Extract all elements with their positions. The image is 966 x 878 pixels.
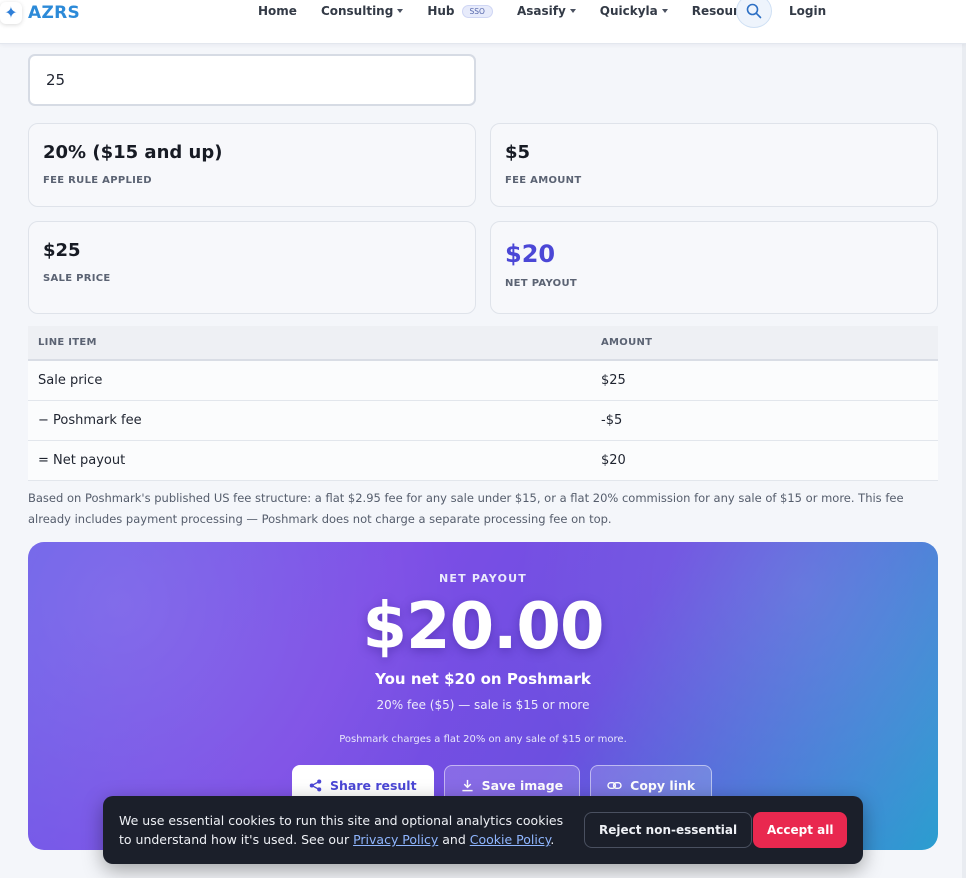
table-row: Sale price $25 bbox=[28, 361, 938, 401]
cookie-banner: We use essential cookies to run this sit… bbox=[103, 796, 863, 864]
caret-down-icon bbox=[569, 9, 576, 13]
caret-down-icon bbox=[661, 9, 668, 13]
caret-down-icon bbox=[397, 9, 404, 13]
row-amount: $20 bbox=[601, 453, 626, 468]
net-payout-value: $20 bbox=[505, 240, 556, 268]
fee-rule-value: 20% ($15 and up) bbox=[43, 142, 223, 163]
row-line-item: Sale price bbox=[38, 373, 103, 388]
table-row: − Poshmark fee -$5 bbox=[28, 401, 938, 441]
header-line-item: LINE ITEM bbox=[38, 337, 97, 348]
cookie-policy-link[interactable]: Cookie Policy bbox=[470, 832, 551, 847]
result-footnote: Poshmark charges a flat 20% on any sale … bbox=[339, 734, 627, 745]
row-line-item: = Net payout bbox=[38, 453, 126, 468]
fee-rule-label: FEE RULE APPLIED bbox=[43, 175, 152, 186]
nav-home[interactable]: Home bbox=[258, 4, 297, 18]
fee-amount-card: $5 FEE AMOUNT bbox=[490, 123, 938, 207]
result-summary: You net $20 on Poshmark bbox=[375, 670, 591, 688]
accept-cookies-button[interactable]: Accept all bbox=[753, 812, 848, 848]
row-amount: -$5 bbox=[601, 413, 623, 428]
sale-price-field[interactable] bbox=[28, 54, 476, 106]
login-link[interactable]: Login bbox=[789, 4, 826, 18]
breakdown-table: LINE ITEM AMOUNT Sale price $25 − Poshma… bbox=[28, 326, 938, 481]
page-scrollbar-track[interactable] bbox=[962, 44, 966, 878]
search-button[interactable] bbox=[736, 0, 772, 28]
nav-hub[interactable]: Hub SSO bbox=[427, 4, 493, 18]
fee-amount-label: FEE AMOUNT bbox=[505, 175, 582, 186]
share-icon bbox=[309, 779, 322, 791]
result-detail: 20% fee ($5) — sale is $15 or more bbox=[376, 698, 590, 712]
row-amount: $25 bbox=[601, 373, 626, 388]
row-line-item: − Poshmark fee bbox=[38, 413, 142, 428]
sale-price-label: SALE PRICE bbox=[43, 273, 111, 284]
privacy-policy-link[interactable]: Privacy Policy bbox=[353, 832, 438, 847]
sale-price-value: $25 bbox=[43, 240, 81, 261]
link-icon bbox=[607, 781, 622, 789]
cookie-message: We use essential cookies to run this sit… bbox=[119, 813, 564, 847]
net-payout-label: NET PAYOUT bbox=[505, 278, 578, 289]
brand-name: AZRS bbox=[28, 3, 81, 23]
fee-amount-value: $5 bbox=[505, 142, 531, 163]
fee-structure-note: Based on Poshmark's published US fee str… bbox=[28, 491, 904, 526]
reject-cookies-button[interactable]: Reject non-essential bbox=[584, 812, 753, 848]
nav-quickyla[interactable]: Quickyla bbox=[600, 4, 668, 18]
table-row: = Net payout $20 bbox=[28, 441, 938, 481]
sale-price-input[interactable] bbox=[46, 71, 458, 89]
table-header: LINE ITEM AMOUNT bbox=[28, 326, 938, 361]
sso-badge: SSO bbox=[461, 4, 493, 18]
nav-consulting[interactable]: Consulting bbox=[321, 4, 404, 18]
top-navbar: ✦ AZRS Home Consulting Hub SSO Asasify Qu… bbox=[0, 0, 966, 44]
star-logo-icon: ✦ bbox=[0, 2, 22, 24]
nav-asasify[interactable]: Asasify bbox=[517, 4, 576, 18]
result-amount: $20.00 bbox=[362, 590, 605, 664]
main-menu: Home Consulting Hub SSO Asasify Quickyla … bbox=[258, 0, 795, 22]
header-amount: AMOUNT bbox=[601, 337, 653, 348]
brand-logo[interactable]: ✦ AZRS bbox=[0, 0, 80, 26]
result-label: NET PAYOUT bbox=[439, 572, 527, 585]
fee-rule-card: 20% ($15 and up) FEE RULE APPLIED bbox=[28, 123, 476, 207]
sale-price-card: $25 SALE PRICE bbox=[28, 221, 476, 314]
download-icon bbox=[461, 779, 473, 791]
net-payout-card: $20 NET PAYOUT bbox=[490, 221, 938, 314]
search-icon bbox=[746, 3, 762, 19]
